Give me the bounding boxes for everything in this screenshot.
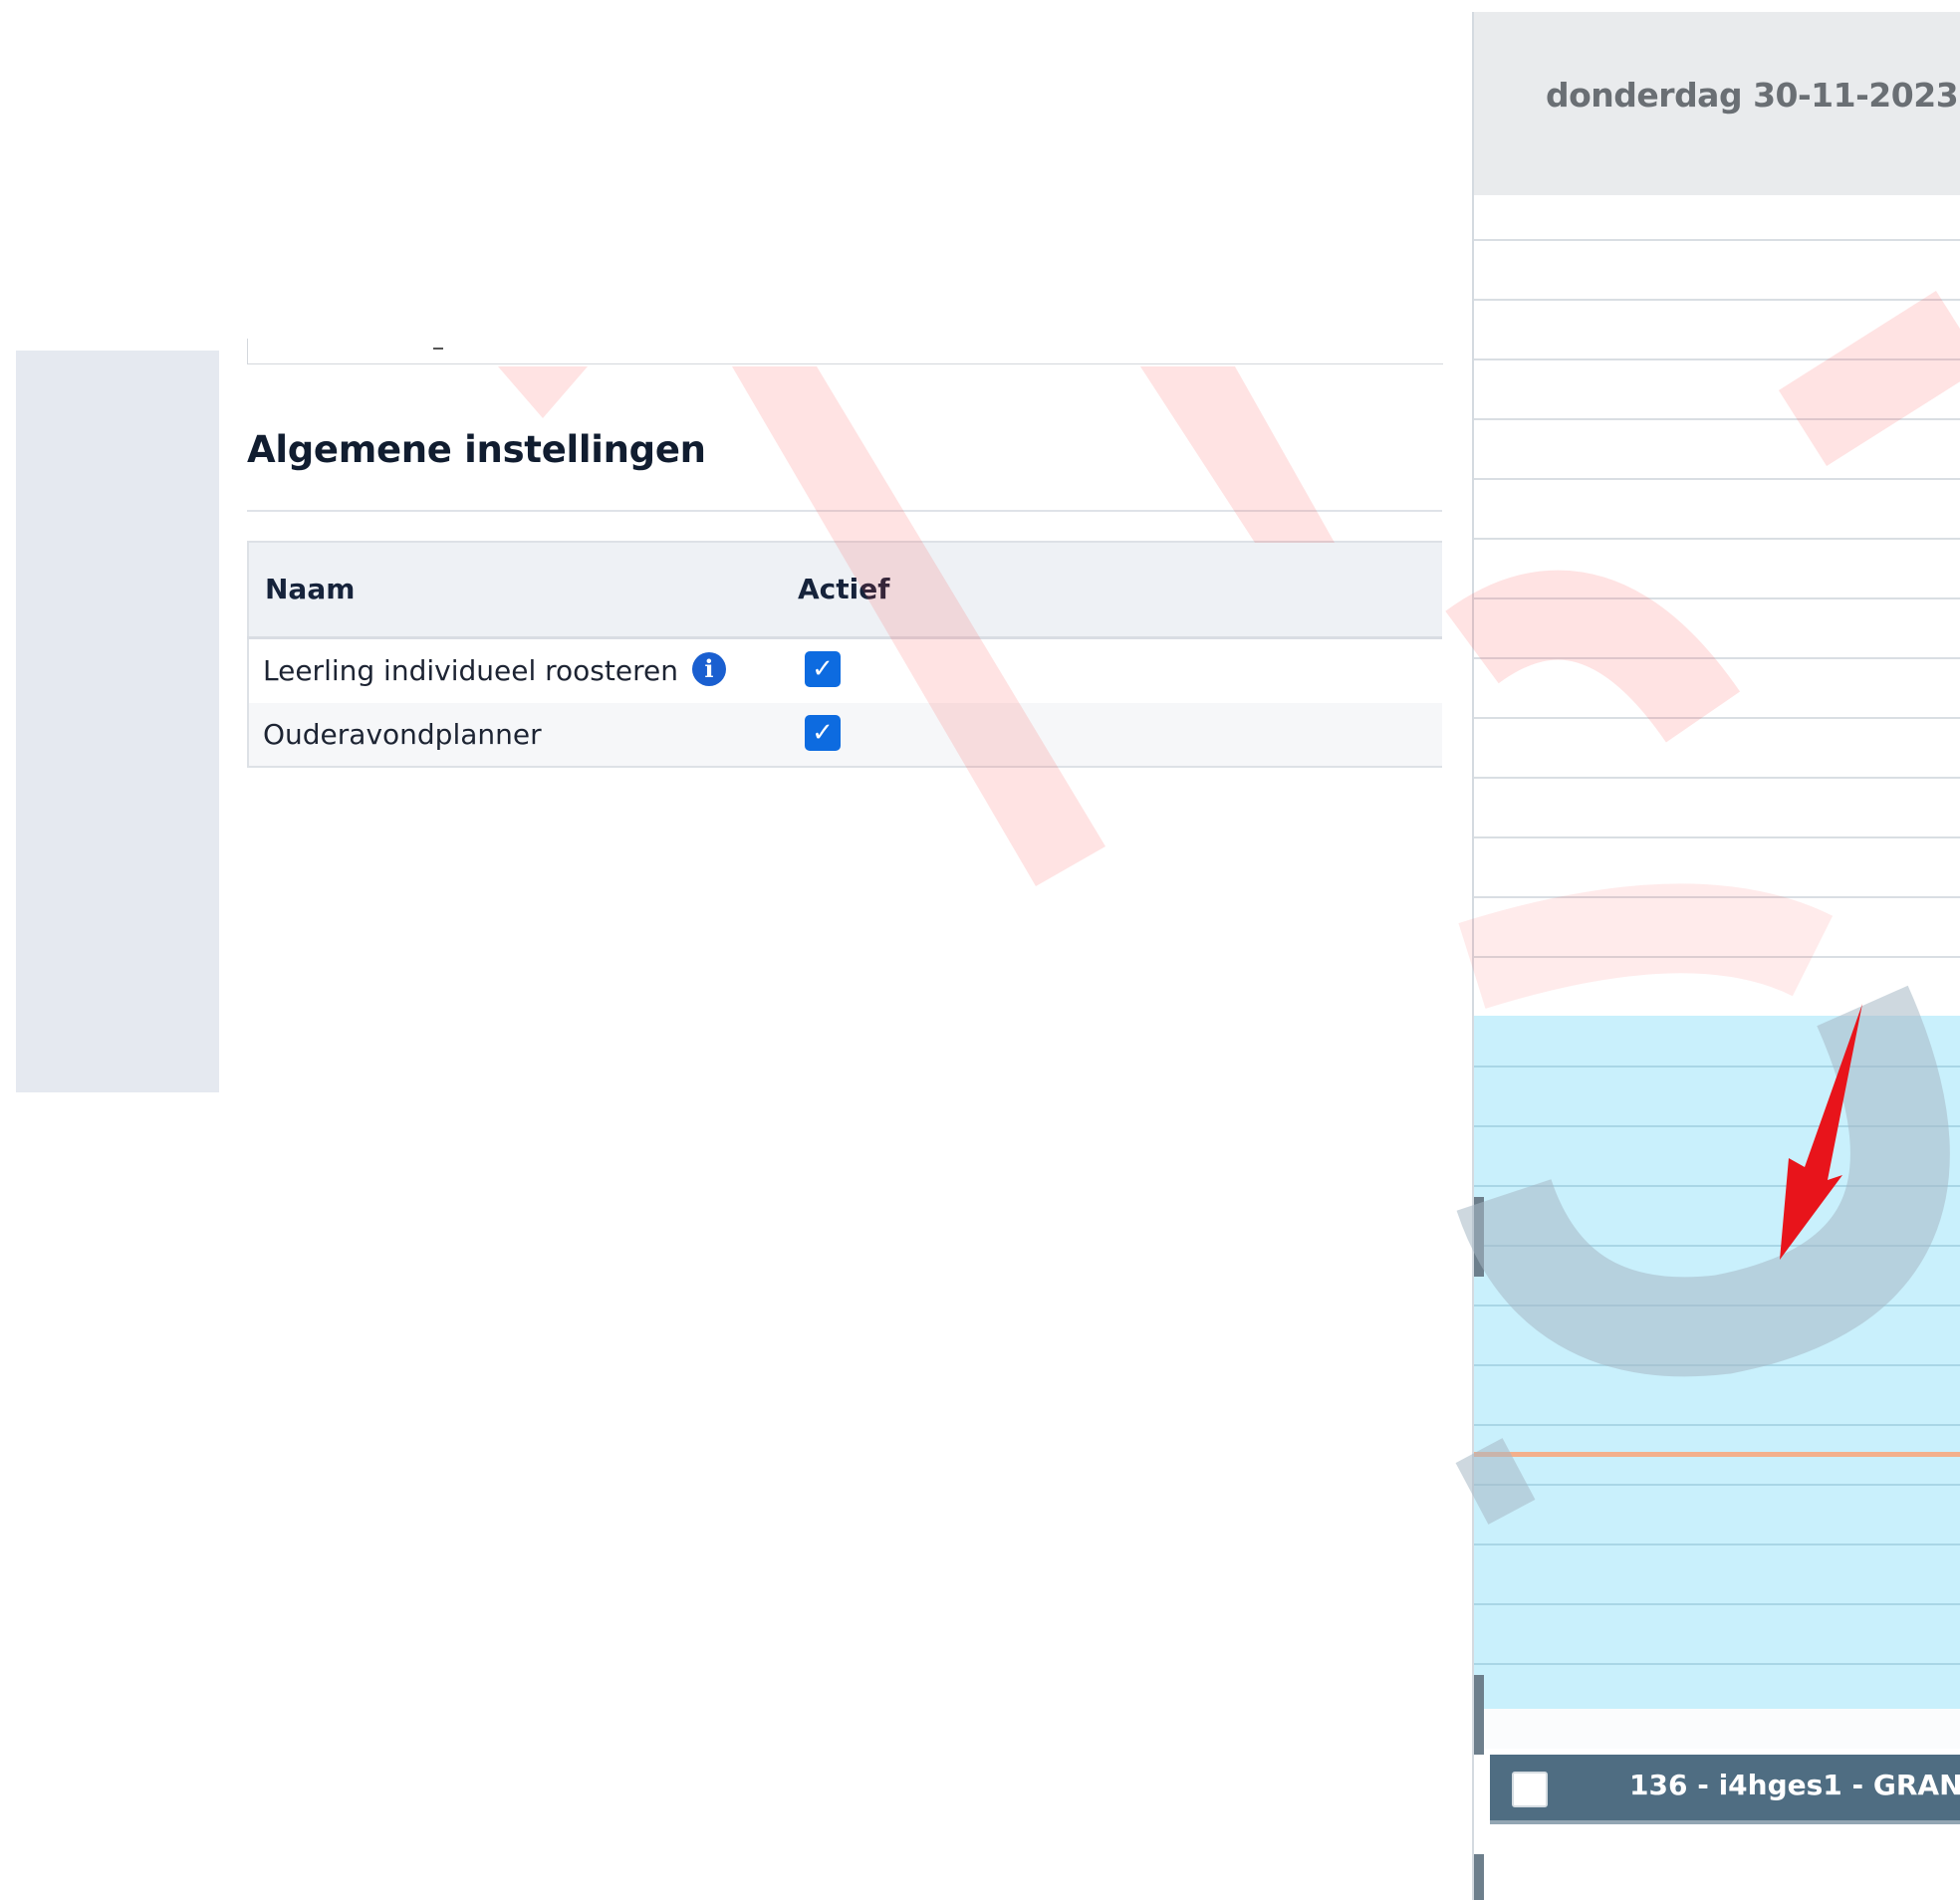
time-slot-line <box>1474 956 1960 958</box>
time-slot-line <box>1474 777 1960 779</box>
setting-name-cell: Leerling individueel roosteren i <box>248 637 798 703</box>
setting-name: Leerling individueel roosteren <box>263 654 678 688</box>
table-row: Leerling individueel roosteren i ✓ <box>248 637 1442 703</box>
calendar-event[interactable]: 136 - i4hges1 - GRAN <box>1490 1755 1960 1820</box>
active-cell: ✓ <box>798 703 1442 767</box>
time-slot-line <box>1474 1185 1960 1187</box>
time-slot-line <box>1474 1544 1960 1545</box>
time-slot-line <box>1474 1663 1960 1665</box>
day-header[interactable]: donderdag 30-11-2023 <box>1474 12 1960 195</box>
section-title: Algemene instellingen <box>247 428 706 471</box>
active-checkbox[interactable]: ✓ <box>805 651 841 688</box>
resize-handle[interactable] <box>1474 1854 1484 1900</box>
time-slot-line <box>1474 1125 1960 1127</box>
day-header-date: donderdag 30-11-2023 <box>1546 76 1959 115</box>
time-slot-line <box>1474 1424 1960 1426</box>
time-slot-line <box>1474 418 1960 420</box>
truncated-mark <box>433 348 443 350</box>
settings-table: Naam Actief Leerling individueel rooster… <box>247 541 1442 768</box>
time-slot-line <box>1474 478 1960 480</box>
time-slot-line <box>1474 1364 1960 1366</box>
time-slot-line <box>1474 1484 1960 1486</box>
previous-section-edge <box>247 339 1443 364</box>
column-header-active[interactable]: Actief <box>798 542 1442 637</box>
resize-handle[interactable] <box>1474 1197 1484 1277</box>
column-header-name[interactable]: Naam <box>248 542 798 637</box>
time-slot-line <box>1474 597 1960 599</box>
time-slot-line <box>1474 1066 1960 1068</box>
time-slot-line <box>1474 836 1960 838</box>
sidebar <box>16 351 219 1092</box>
event-label: 136 - i4hges1 - GRAN <box>1629 1769 1960 1801</box>
setting-name-cell: Ouderavondplanner <box>248 703 798 767</box>
table-header-row: Naam Actief <box>248 542 1442 637</box>
availability-block[interactable] <box>1474 1016 1960 1717</box>
time-gap <box>1474 1709 1960 1749</box>
time-slot-line <box>1474 1305 1960 1306</box>
time-slot-line <box>1474 717 1960 719</box>
info-icon[interactable]: i <box>691 652 726 687</box>
settings-panel: Algemene instellingen Naam Actief Leerli… <box>247 339 1443 876</box>
time-slot-line <box>1474 358 1960 360</box>
time-slot-line <box>1474 1603 1960 1605</box>
active-checkbox[interactable]: ✓ <box>805 715 841 751</box>
resize-handle[interactable] <box>1474 1675 1484 1755</box>
time-slot-line <box>1474 538 1960 540</box>
current-time-indicator <box>1474 1452 1960 1457</box>
time-slot-line <box>1474 299 1960 301</box>
time-slot-line <box>1474 896 1960 898</box>
time-slot-line <box>1474 657 1960 659</box>
setting-name: Ouderavondplanner <box>263 718 542 751</box>
event-checkbox[interactable] <box>1512 1772 1548 1807</box>
active-cell: ✓ <box>798 637 1442 703</box>
table-row: Ouderavondplanner ✓ <box>248 703 1442 767</box>
time-slot-line <box>1474 1245 1960 1247</box>
section-divider <box>247 510 1442 512</box>
time-slot-line <box>1474 239 1960 241</box>
calendar-day-column: donderdag 30-11-2023 136 - i4hges1 - GRA… <box>1472 12 1960 1900</box>
